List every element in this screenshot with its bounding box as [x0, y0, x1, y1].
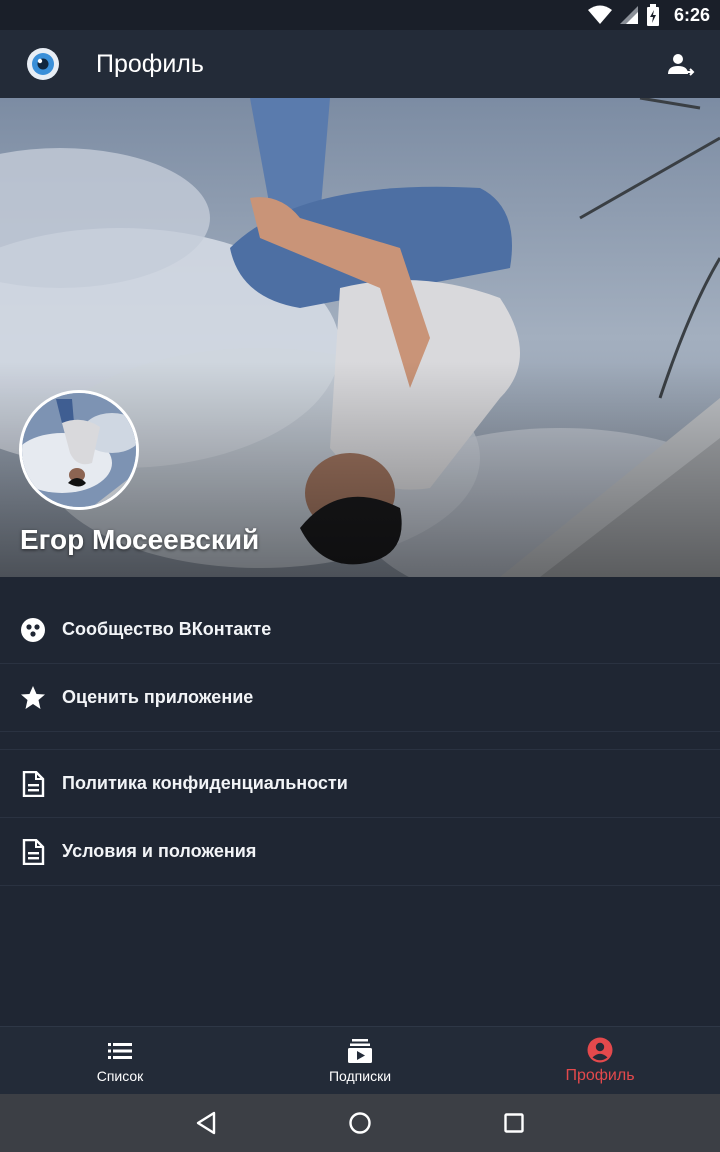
- avatar[interactable]: [19, 390, 139, 510]
- document-icon: [20, 838, 46, 865]
- menu-item-label: Политика конфиденциальности: [62, 773, 348, 793]
- profile-icon: [587, 1037, 613, 1063]
- switch-account-icon[interactable]: [666, 50, 696, 80]
- status-bar: 6:26: [0, 0, 720, 30]
- status-time: 6:26: [673, 4, 710, 25]
- menu-divider: [0, 732, 720, 750]
- nav-label: Профиль: [565, 1066, 635, 1084]
- profile-name: Егор Мосеевский: [20, 524, 260, 555]
- back-icon[interactable]: [193, 1110, 219, 1136]
- menu-item-terms[interactable]: Условия и положения: [0, 818, 720, 886]
- nav-label: Список: [96, 1067, 144, 1084]
- cover-photo: [0, 98, 720, 577]
- home-icon[interactable]: [347, 1110, 373, 1136]
- menu-item-label: Сообщество ВКонтакте: [62, 619, 272, 639]
- menu-item-privacy-policy[interactable]: Политика конфиденциальности: [0, 750, 720, 818]
- nav-item-profile[interactable]: Профиль: [480, 1027, 720, 1094]
- bottom-navigation: Список Подписки Профиль: [0, 1026, 720, 1094]
- star-icon: [20, 685, 46, 711]
- eye-logo-icon: [27, 48, 59, 80]
- cell-signal-icon: [619, 6, 638, 24]
- menu-item-label: Условия и положения: [62, 841, 257, 861]
- document-icon: [20, 770, 46, 797]
- menu-item-label: Оценить приложение: [62, 687, 254, 707]
- menu-item-vk-community[interactable]: Сообщество ВКонтакте: [0, 596, 720, 664]
- menu-item-rate-app[interactable]: Оценить приложение: [0, 664, 720, 732]
- page-title: Профиль: [96, 50, 204, 78]
- list-icon: [107, 1038, 133, 1064]
- vk-community-icon: [20, 617, 46, 643]
- recents-icon[interactable]: [501, 1110, 527, 1136]
- app-bar: Профиль: [0, 30, 720, 98]
- nav-item-list[interactable]: Список: [0, 1027, 240, 1094]
- wifi-icon: [587, 5, 612, 24]
- system-navigation-bar: [0, 1094, 720, 1152]
- subscriptions-icon: [347, 1038, 373, 1064]
- nav-label: Подписки: [328, 1067, 392, 1084]
- profile-menu: Сообщество ВКонтакте Оценить приложение …: [0, 596, 720, 886]
- battery-icon: [646, 4, 659, 26]
- nav-item-subscriptions[interactable]: Подписки: [240, 1027, 480, 1094]
